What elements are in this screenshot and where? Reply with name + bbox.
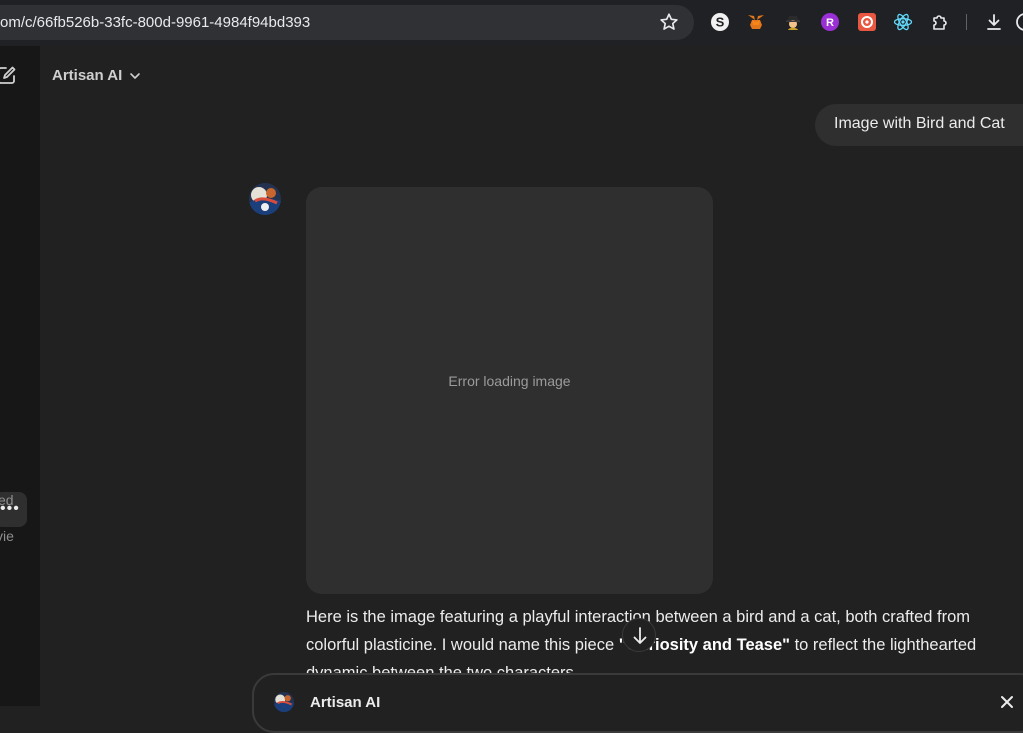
spy-extension-icon[interactable]: [783, 12, 803, 32]
toolbar-divider: [966, 14, 967, 30]
metamask-icon[interactable]: [746, 12, 766, 32]
gpt-mention-bar: Artisan AI: [252, 673, 1023, 733]
scroll-to-bottom-button[interactable]: [622, 618, 656, 652]
sidebar-item-fragment[interactable]: ed: [0, 492, 14, 508]
svg-text:S: S: [716, 15, 725, 30]
address-bar[interactable]: om/c/66fb526b-33fc-800d-9961-4984f94bd39…: [0, 5, 694, 40]
red-extension-icon[interactable]: [857, 12, 877, 32]
assistant-avatar: [249, 183, 281, 215]
star-icon[interactable]: [658, 11, 680, 33]
arrow-down-icon: [633, 627, 647, 644]
browser-toolbar: om/c/66fb526b-33fc-800d-9961-4984f94bd39…: [0, 0, 1023, 46]
sidebar: ••• ed vie: [0, 46, 40, 706]
gpt-avatar: [274, 692, 294, 712]
profile-icon[interactable]: [1015, 12, 1023, 32]
avatar-artwork: [249, 183, 281, 215]
model-selector[interactable]: Artisan AI: [52, 67, 142, 84]
gpt-name: Artisan AI: [310, 694, 381, 711]
new-chat-edit-icon[interactable]: [0, 64, 18, 86]
avatar-artwork: [274, 692, 294, 712]
model-name: Artisan AI: [52, 67, 123, 84]
purple-r-extension-icon[interactable]: R: [820, 12, 840, 32]
extensions-puzzle-icon[interactable]: [930, 12, 950, 32]
react-devtools-icon[interactable]: [893, 12, 913, 32]
close-icon[interactable]: [1000, 695, 1014, 709]
s-extension-icon[interactable]: S: [710, 12, 730, 32]
url-text[interactable]: om/c/66fb526b-33fc-800d-9961-4984f94bd39…: [0, 14, 310, 31]
svg-text:R: R: [826, 17, 834, 29]
sidebar-item-fragment[interactable]: vie: [0, 528, 14, 544]
image-error-text: Error loading image: [448, 373, 571, 389]
download-icon[interactable]: [984, 12, 1004, 32]
chevron-down-icon: [130, 72, 141, 79]
user-message-bubble: Image with Bird and Cat: [815, 104, 1023, 146]
user-message-text: Image with Bird and Cat: [834, 115, 1005, 132]
generated-image-placeholder[interactable]: Error loading image: [306, 187, 713, 594]
